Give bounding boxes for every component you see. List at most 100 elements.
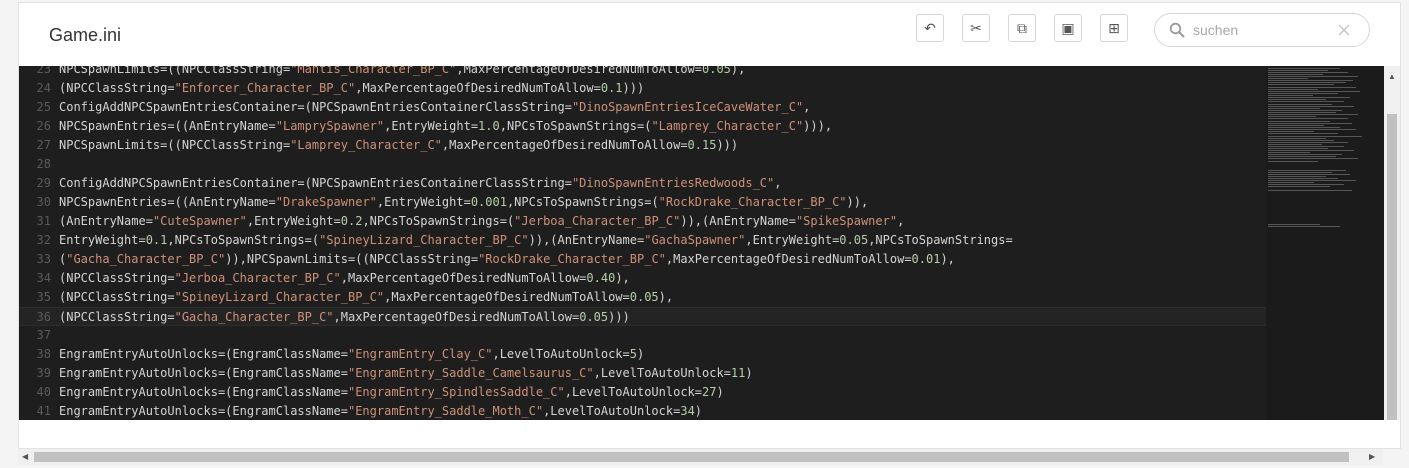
code-token: ,LevelToAutoUnlock= — [564, 385, 703, 399]
minimap-line — [1268, 70, 1328, 71]
code-token: "SpineyLizard_Character_BP_C" — [319, 233, 529, 247]
horizontal-scrollbar[interactable]: ◀ ▶ — [18, 449, 1383, 465]
minimap-line — [1268, 190, 1352, 191]
minimap-line — [1268, 154, 1342, 155]
code-token: "DinoSpawnEntriesIceCaveWater_C" — [571, 100, 804, 114]
scroll-left-icon[interactable]: ◀ — [22, 452, 28, 461]
code-line[interactable]: 29 ConfigAddNPCSpawnEntriesContainer=(NPC… — [19, 174, 1266, 193]
code-line[interactable]: 25 ConfigAddNPCSpawnEntriesContainer=(NPC… — [19, 98, 1266, 117]
code-line[interactable]: 31 (AnEntryName="CuteSpawner",EntryWeight… — [19, 212, 1266, 231]
minimap-line — [1268, 121, 1330, 122]
scissors-icon: ✂ — [970, 19, 982, 36]
code-line[interactable]: 28 — [19, 155, 1266, 174]
search-input[interactable] — [1193, 20, 1323, 40]
code-token: ,MaxPercentageOfDesiredNumToAllow= — [441, 138, 688, 152]
code-line[interactable]: 41 EngramEntryAutoUnlocks=(EngramClassNam… — [19, 402, 1266, 420]
select-all-button[interactable]: ⊞ — [1100, 14, 1128, 42]
code-token: "GachaSpawner" — [644, 233, 746, 247]
code-token: ,MaxPercentageOfDesiredNumToAllow= — [355, 81, 601, 95]
code-token: ))) — [716, 138, 739, 152]
file-title: Game.ini — [49, 25, 122, 45]
code-token: (NPCClassString= — [59, 81, 175, 95]
code-token: ,EntryWeight= — [376, 195, 471, 209]
vertical-scrollbar-thumb[interactable] — [1387, 114, 1397, 420]
code-token: ), — [940, 252, 955, 266]
minimap-line — [1268, 114, 1358, 115]
code-token: 0.05 — [702, 66, 731, 76]
code-token: (AnEntryName= — [59, 214, 153, 228]
code-token: ), — [615, 271, 630, 285]
minimap-line — [1268, 146, 1344, 147]
paste-button[interactable]: ▣ — [1054, 14, 1082, 42]
code-token: "EngramEntry_Saddle_Camelsaurus_C" — [347, 366, 594, 380]
code-token: "EngramEntry_Clay_C" — [347, 347, 493, 361]
code-token: ,NPCsToSpawnStrings=( — [499, 119, 652, 133]
code-token: NPCSpawnLimits=((NPCClassString= — [59, 66, 291, 76]
code-token: ,NPCsToSpawnStrings=( — [506, 195, 659, 209]
code-line[interactable]: 30 NPCSpawnEntries=((AnEntryName="DrakeSp… — [19, 193, 1266, 212]
code-line[interactable]: 37 — [19, 326, 1266, 345]
code-token: ,MaxPercentageOfDesiredNumToAllow= — [456, 66, 702, 76]
copy-button[interactable]: ⧉ — [1008, 14, 1036, 42]
scroll-up-icon[interactable]: ▲ — [1388, 72, 1396, 81]
vertical-scrollbar[interactable]: ▲ ▼ — [1384, 66, 1400, 420]
code-token: "RockDrake_Character_BP_C" — [478, 252, 666, 266]
code-token: EngramEntryAutoUnlocks=(EngramClassName= — [59, 385, 348, 399]
code-token: "Jerboa_Character_BP_C" — [514, 214, 681, 228]
code-token: "CuteSpawner" — [152, 214, 247, 228]
line-number: 36 — [36, 310, 51, 324]
code-token: EntryWeight= — [59, 233, 146, 247]
code-token: ConfigAddNPCSpawnEntriesContainer=(NPCSp… — [59, 176, 572, 190]
code-token: (NPCClassString= — [59, 271, 175, 285]
line-number: 24 — [36, 81, 51, 95]
code-line[interactable]: 34 (NPCClassString="Jerboa_Character_BP_C… — [19, 269, 1266, 288]
minimap-line — [1268, 127, 1340, 128]
line-number: 37 — [36, 328, 51, 342]
minimap-line — [1268, 180, 1356, 181]
undo-icon: ↶ — [924, 19, 936, 36]
horizontal-scrollbar-thumb[interactable] — [34, 452, 1349, 462]
code-line[interactable]: 27 NPCSpawnLimits=((NPCClassString="Lampr… — [19, 136, 1266, 155]
minimap-line — [1268, 161, 1318, 162]
code-token: "Lamprey_Character_C" — [290, 138, 442, 152]
code-line[interactable]: 35 (NPCClassString="SpineyLizard_Characte… — [19, 288, 1266, 307]
minimap-line — [1268, 144, 1322, 145]
code-line[interactable]: 40 EngramEntryAutoUnlocks=(EngramClassNam… — [19, 383, 1266, 402]
cut-button[interactable]: ✂ — [962, 14, 990, 42]
code-token: )) — [608, 310, 623, 324]
line-number: 26 — [36, 119, 51, 133]
code-line[interactable]: 33 ("Gacha_Character_BP_C")),NPCSpawnLimi… — [19, 250, 1266, 269]
code-line[interactable]: 32 EntryWeight=0.1,NPCsToSpawnStrings=("S… — [19, 231, 1266, 250]
code-line[interactable]: 38 EngramEntryAutoUnlocks=(EngramClassNam… — [19, 345, 1266, 364]
code-token: , — [774, 176, 782, 190]
code-line[interactable]: 39 EngramEntryAutoUnlocks=(EngramClassNam… — [19, 364, 1266, 383]
minimap-line — [1268, 104, 1332, 105]
code-area[interactable]: 23 NPCSpawnLimits=((NPCClassString="Manti… — [19, 66, 1266, 420]
code-line[interactable]: 24 (NPCClassString="Enforcer_Character_BP… — [19, 79, 1266, 98]
code-line[interactable]: 26 NPCSpawnEntries=((AnEntryName="LampryS… — [19, 117, 1266, 136]
code-line[interactable]: 23 NPCSpawnLimits=((NPCClassString="Manti… — [19, 66, 1266, 79]
code-token: ,LevelToAutoUnlock= — [593, 366, 731, 380]
code-token: "Gacha_Character_BP_C" — [66, 252, 226, 266]
minimap-line — [1268, 133, 1338, 134]
code-token: ), — [658, 290, 674, 304]
line-number: 30 — [36, 195, 51, 209]
minimap-line — [1268, 174, 1350, 175]
code-token: "DinoSpawnEntriesRedwoods_C" — [571, 176, 775, 190]
line-number: 39 — [36, 366, 51, 380]
code-editor[interactable]: 23 NPCSpawnLimits=((NPCClassString="Manti… — [19, 66, 1400, 420]
code-token: "Mantis_Character_BP_C" — [290, 66, 457, 76]
minimap-line — [1268, 129, 1356, 130]
code-line[interactable]: 36 (NPCClassString="Gacha_Character_BP_C"… — [19, 307, 1266, 326]
minimap-line — [1268, 226, 1340, 227]
code-token: 11 — [730, 366, 746, 380]
line-number: 27 — [36, 138, 51, 152]
minimap-line — [1268, 110, 1342, 111]
code-token: ,MaxPercentageOfDesiredNumToAllow= — [333, 310, 580, 324]
code-token: ) — [637, 347, 645, 361]
scroll-right-icon[interactable]: ▶ — [1369, 452, 1375, 461]
minimap[interactable] — [1266, 66, 1384, 420]
minimap-line — [1268, 152, 1310, 153]
undo-button[interactable]: ↶ — [916, 14, 944, 42]
close-icon[interactable] — [1337, 23, 1351, 37]
